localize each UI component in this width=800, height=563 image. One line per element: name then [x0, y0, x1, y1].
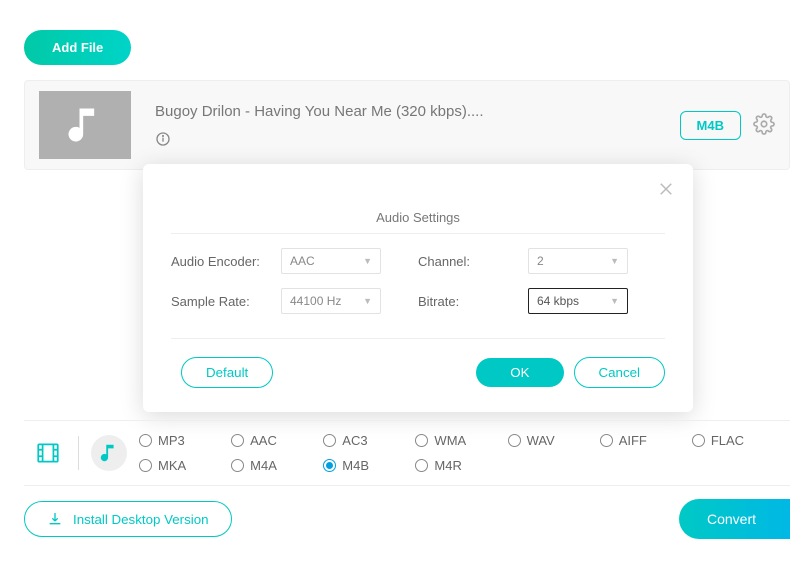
- format-wma[interactable]: WMA: [415, 433, 507, 448]
- chevron-down-icon: ▼: [363, 256, 372, 266]
- encoder-select[interactable]: AAC ▼: [281, 248, 381, 274]
- channel-select[interactable]: 2 ▼: [528, 248, 628, 274]
- audio-mode-button[interactable]: [91, 435, 127, 471]
- sample-rate-value: 44100 Hz: [290, 294, 341, 308]
- sample-rate-select[interactable]: 44100 Hz ▼: [281, 288, 381, 314]
- settings-gear-icon[interactable]: [753, 113, 775, 138]
- format-m4r[interactable]: M4R: [415, 458, 507, 473]
- encoder-label: Audio Encoder:: [171, 254, 281, 269]
- format-flac[interactable]: FLAC: [692, 433, 784, 448]
- file-title: Bugoy Drilon - Having You Near Me (320 k…: [155, 103, 680, 120]
- format-m4b[interactable]: M4B: [323, 458, 415, 473]
- chevron-down-icon: ▼: [363, 296, 372, 306]
- format-options: MP3 AAC AC3 WMA WAV AIFF FLAC MKA M4A M4…: [139, 433, 784, 473]
- format-m4a[interactable]: M4A: [231, 458, 323, 473]
- dialog-title: Audio Settings: [171, 210, 665, 225]
- sample-rate-label: Sample Rate:: [171, 294, 281, 309]
- ok-button[interactable]: OK: [476, 358, 563, 387]
- format-aiff[interactable]: AIFF: [600, 433, 692, 448]
- bitrate-select[interactable]: 64 kbps ▼: [528, 288, 628, 314]
- chevron-down-icon: ▼: [610, 256, 619, 266]
- convert-button[interactable]: Convert: [679, 499, 790, 539]
- default-button[interactable]: Default: [181, 357, 273, 388]
- close-button[interactable]: [657, 180, 675, 201]
- format-ac3[interactable]: AC3: [323, 433, 415, 448]
- format-mka[interactable]: MKA: [139, 458, 231, 473]
- music-note-icon: [63, 103, 107, 147]
- add-file-button[interactable]: Add File: [24, 30, 131, 65]
- music-note-icon: [98, 442, 120, 464]
- info-icon: [155, 131, 171, 147]
- encoder-value: AAC: [290, 254, 315, 268]
- bitrate-label: Bitrate:: [418, 294, 528, 309]
- film-icon: [35, 440, 61, 466]
- format-wav[interactable]: WAV: [508, 433, 600, 448]
- format-bar: MP3 AAC AC3 WMA WAV AIFF FLAC MKA M4A M4…: [24, 420, 790, 486]
- audio-settings-dialog: Audio Settings Audio Encoder: AAC ▼ Chan…: [143, 164, 693, 412]
- close-icon: [657, 180, 675, 198]
- file-info-icon[interactable]: [155, 130, 680, 147]
- channel-value: 2: [537, 254, 544, 268]
- file-thumbnail: [39, 91, 131, 159]
- format-badge[interactable]: M4B: [680, 111, 741, 140]
- bitrate-value: 64 kbps: [537, 294, 579, 308]
- cancel-button[interactable]: Cancel: [574, 357, 666, 388]
- format-mp3[interactable]: MP3: [139, 433, 231, 448]
- video-mode-button[interactable]: [30, 435, 66, 471]
- divider: [78, 436, 79, 470]
- gear-icon: [753, 113, 775, 135]
- chevron-down-icon: ▼: [610, 296, 619, 306]
- download-icon: [47, 511, 63, 527]
- channel-label: Channel:: [418, 254, 528, 269]
- install-label: Install Desktop Version: [73, 512, 209, 527]
- bottom-bar: Install Desktop Version Convert: [24, 499, 790, 539]
- install-desktop-button[interactable]: Install Desktop Version: [24, 501, 232, 537]
- format-aac[interactable]: AAC: [231, 433, 323, 448]
- file-row: Bugoy Drilon - Having You Near Me (320 k…: [24, 80, 790, 170]
